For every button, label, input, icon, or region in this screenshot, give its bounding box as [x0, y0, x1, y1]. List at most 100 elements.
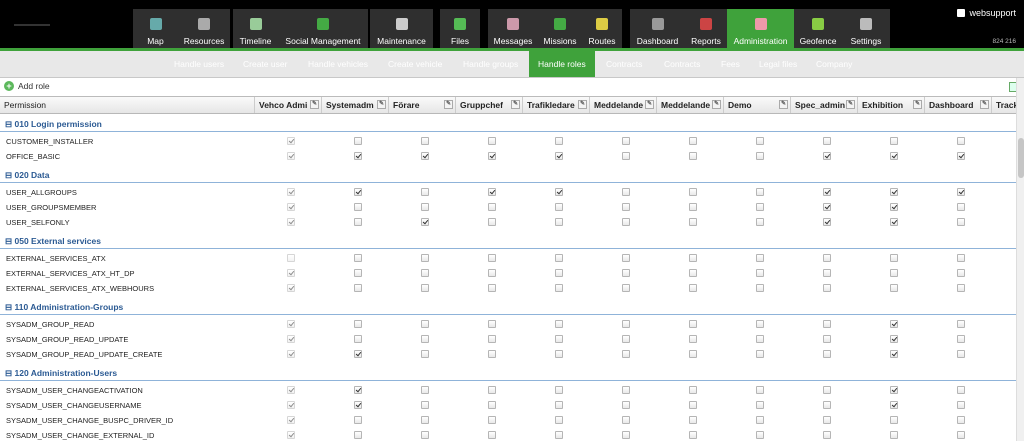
- permission-checkbox[interactable]: [689, 152, 697, 160]
- permission-checkbox[interactable]: [488, 401, 496, 409]
- permission-checkbox[interactable]: [421, 350, 429, 358]
- permission-checkbox[interactable]: [890, 152, 898, 160]
- permission-checkbox[interactable]: [354, 188, 362, 196]
- permission-checkbox[interactable]: [957, 284, 965, 292]
- permission-checkbox[interactable]: [354, 203, 362, 211]
- permission-checkbox[interactable]: [890, 137, 898, 145]
- permission-checkbox[interactable]: [756, 203, 764, 211]
- edit-icon[interactable]: ✎: [444, 100, 453, 109]
- permission-checkbox[interactable]: [957, 218, 965, 226]
- permission-checkbox[interactable]: [756, 335, 764, 343]
- permission-checkbox[interactable]: [756, 188, 764, 196]
- permission-checkbox[interactable]: [890, 254, 898, 262]
- permission-checkbox[interactable]: [421, 254, 429, 262]
- permission-checkbox[interactable]: [890, 188, 898, 196]
- permission-checkbox[interactable]: [555, 350, 563, 358]
- permission-checkbox[interactable]: [890, 218, 898, 226]
- permission-checkbox[interactable]: [354, 284, 362, 292]
- edit-icon[interactable]: ✎: [377, 100, 386, 109]
- permission-checkbox[interactable]: [756, 431, 764, 439]
- permission-checkbox[interactable]: [555, 431, 563, 439]
- column-header-role[interactable]: Tracki: [992, 97, 1016, 113]
- subnav-item-create-vehicle[interactable]: Create vehicle: [388, 51, 442, 77]
- permission-checkbox[interactable]: [890, 431, 898, 439]
- permission-checkbox[interactable]: [756, 350, 764, 358]
- permission-checkbox[interactable]: [555, 416, 563, 424]
- nav-item-dashboard[interactable]: Dashboard: [630, 9, 685, 49]
- permission-checkbox[interactable]: [421, 269, 429, 277]
- permission-checkbox[interactable]: [622, 416, 630, 424]
- permission-checkbox[interactable]: [421, 218, 429, 226]
- permission-checkbox[interactable]: [823, 152, 831, 160]
- permission-checkbox[interactable]: [354, 137, 362, 145]
- permission-checkbox[interactable]: [354, 350, 362, 358]
- edit-icon[interactable]: ✎: [511, 100, 520, 109]
- permission-checkbox[interactable]: [622, 152, 630, 160]
- permission-checkbox[interactable]: [890, 284, 898, 292]
- permission-checkbox[interactable]: [756, 152, 764, 160]
- permission-checkbox[interactable]: [354, 431, 362, 439]
- permission-checkbox[interactable]: [622, 431, 630, 439]
- permission-checkbox[interactable]: [488, 416, 496, 424]
- nav-item-geofence[interactable]: Geofence: [794, 9, 842, 49]
- permission-checkbox[interactable]: [823, 188, 831, 196]
- permission-checkbox[interactable]: [756, 254, 764, 262]
- permission-checkbox[interactable]: [555, 401, 563, 409]
- nav-item-missions[interactable]: Missions: [538, 9, 582, 49]
- permission-checkbox[interactable]: [622, 335, 630, 343]
- vertical-scrollbar[interactable]: [1016, 78, 1024, 441]
- permission-checkbox[interactable]: [823, 386, 831, 394]
- permission-checkbox[interactable]: [890, 386, 898, 394]
- permission-checkbox[interactable]: [957, 350, 965, 358]
- nav-item-social-management[interactable]: Social Management: [278, 9, 368, 49]
- permission-checkbox[interactable]: [689, 137, 697, 145]
- permission-checkbox[interactable]: [622, 401, 630, 409]
- column-header-role[interactable]: Gruppchef ✎: [456, 97, 523, 113]
- permission-checkbox[interactable]: [488, 188, 496, 196]
- permission-checkbox[interactable]: [689, 416, 697, 424]
- subnav-item-handle-vehicles[interactable]: Handle vehicles: [308, 51, 368, 77]
- permission-checkbox[interactable]: [957, 152, 965, 160]
- permission-checkbox[interactable]: [823, 350, 831, 358]
- permission-checkbox[interactable]: [555, 269, 563, 277]
- permission-checkbox[interactable]: [890, 350, 898, 358]
- permission-checkbox[interactable]: [555, 203, 563, 211]
- edit-icon[interactable]: ✎: [779, 100, 788, 109]
- nav-item-settings[interactable]: Settings: [842, 9, 890, 49]
- permission-checkbox[interactable]: [622, 320, 630, 328]
- subnav-item-fees[interactable]: Fees: [721, 51, 740, 77]
- permission-checkbox[interactable]: [622, 254, 630, 262]
- permission-checkbox[interactable]: [689, 254, 697, 262]
- permission-checkbox[interactable]: [354, 152, 362, 160]
- subnav-item-company[interactable]: Company: [816, 51, 852, 77]
- permission-checkbox[interactable]: [555, 137, 563, 145]
- scrollbar-thumb[interactable]: [1018, 138, 1024, 178]
- permission-checkbox[interactable]: [823, 203, 831, 211]
- nav-item-reports[interactable]: Reports: [685, 9, 727, 49]
- permission-checkbox[interactable]: [622, 218, 630, 226]
- subnav-item-handle-users[interactable]: Handle users: [174, 51, 224, 77]
- permission-checkbox[interactable]: [555, 386, 563, 394]
- permission-checkbox[interactable]: [622, 269, 630, 277]
- permission-checkbox[interactable]: [890, 269, 898, 277]
- permission-checkbox[interactable]: [756, 416, 764, 424]
- permission-checkbox[interactable]: [421, 416, 429, 424]
- permission-checkbox[interactable]: [689, 269, 697, 277]
- column-header-permission[interactable]: Permission: [0, 97, 255, 113]
- permission-checkbox[interactable]: [622, 203, 630, 211]
- edit-icon[interactable]: ✎: [645, 100, 654, 109]
- permission-checkbox[interactable]: [354, 320, 362, 328]
- column-header-role[interactable]: Trafikledare ✎: [523, 97, 590, 113]
- subnav-item-handle-roles[interactable]: Handle roles: [529, 51, 595, 77]
- edit-icon[interactable]: ✎: [980, 100, 989, 109]
- permission-checkbox[interactable]: [421, 284, 429, 292]
- permission-checkbox[interactable]: [354, 335, 362, 343]
- nav-item-resources[interactable]: Resources: [178, 9, 230, 49]
- permission-checkbox[interactable]: [756, 320, 764, 328]
- permission-checkbox[interactable]: [890, 416, 898, 424]
- permission-checkbox[interactable]: [421, 203, 429, 211]
- subnav-item-contracts[interactable]: Contracts: [664, 51, 700, 77]
- permission-checkbox[interactable]: [421, 335, 429, 343]
- permission-checkbox[interactable]: [488, 386, 496, 394]
- group-header[interactable]: ⊟ 050 External services: [0, 232, 1016, 249]
